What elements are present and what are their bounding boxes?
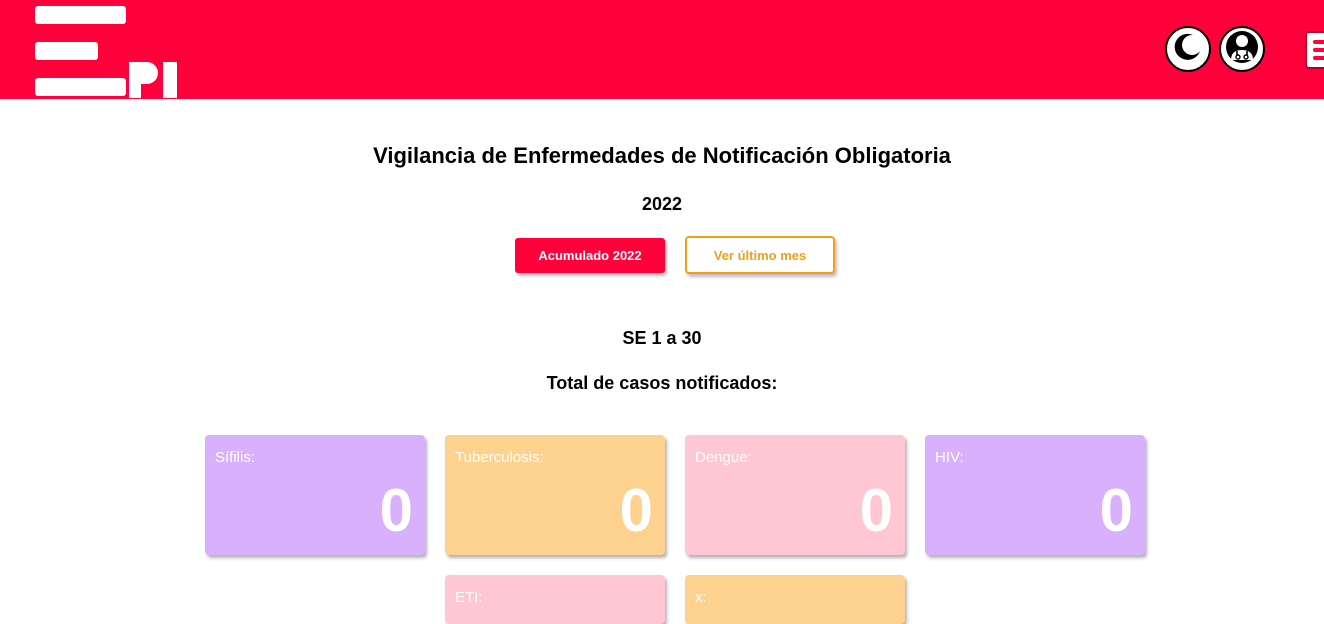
year-heading: 2022 — [641, 194, 683, 214]
card-value: 0 — [379, 477, 413, 544]
hamburger-line — [1313, 56, 1324, 60]
moon-icon — [1172, 31, 1204, 68]
doctor-icon — [1225, 30, 1259, 69]
card-dengue: Dengue: 0 — [685, 435, 905, 555]
page-title: Vigilancia de Enfermedades de Notificaci… — [373, 143, 951, 168]
hamburger-menu-icon — [1313, 40, 1324, 44]
epi-logo[interactable] — [35, 6, 180, 98]
card-label: x: — [695, 589, 707, 606]
card-hiv: HIV: 0 — [925, 435, 1145, 555]
card-label: Tuberculosis: — [455, 449, 544, 466]
card-eti: ETI: — [445, 575, 665, 624]
hamburger-menu-button[interactable] — [1305, 31, 1324, 69]
top-navbar — [0, 0, 1324, 99]
card-value: 0 — [1099, 477, 1133, 544]
card-label: Dengue: — [695, 449, 752, 466]
card-tuberculosis: Tuberculosis: 0 — [445, 435, 665, 555]
total-cases-heading: Total de casos notificados: — [546, 373, 778, 393]
card-label: HIV: — [935, 449, 964, 466]
card-value: 0 — [859, 477, 893, 544]
hamburger-line — [1313, 48, 1324, 52]
card-label: ETI: — [455, 589, 483, 606]
card-label: Sífilis: — [215, 449, 256, 466]
view-last-month-button[interactable]: Ver último mes — [685, 236, 835, 274]
epi-week-range: SE 1 a 30 — [622, 328, 702, 348]
card-sifilis: Sífilis: 0 — [205, 435, 425, 555]
card-x: x: — [685, 575, 905, 624]
card-value: 0 — [619, 477, 653, 544]
dark-mode-toggle-button[interactable] — [1165, 26, 1211, 72]
accumulated-2022-button[interactable]: Acumulado 2022 — [515, 238, 665, 273]
doctor-profile-button[interactable] — [1219, 26, 1265, 72]
